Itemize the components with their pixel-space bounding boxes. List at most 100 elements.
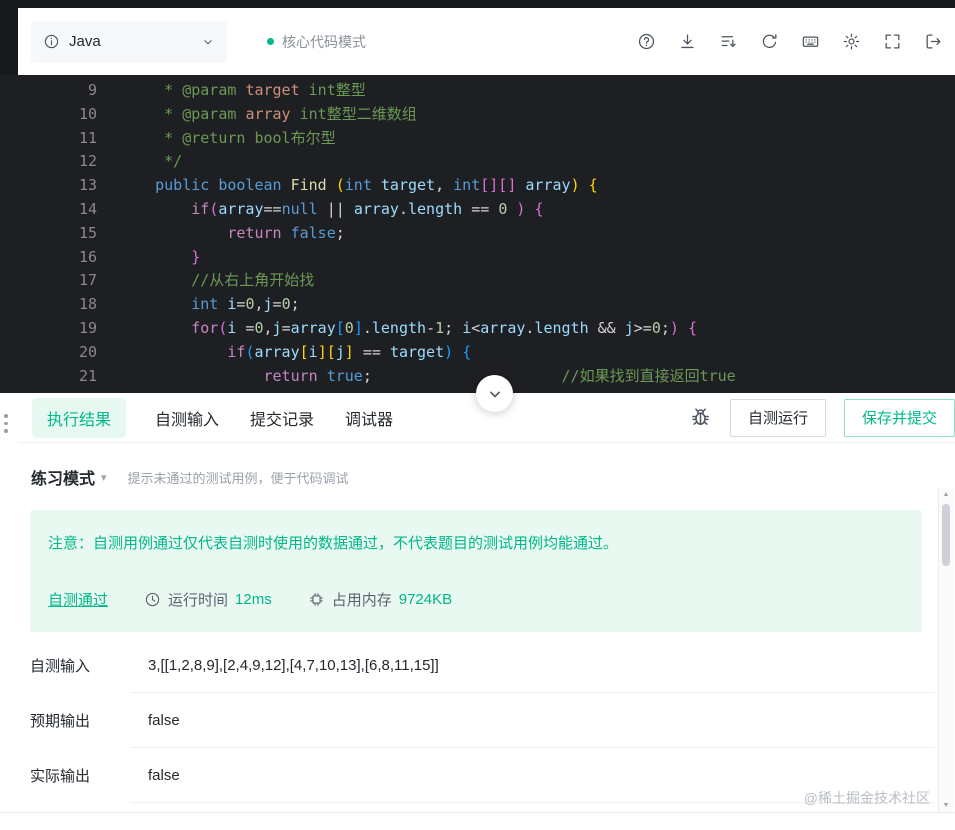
code-text: int i=0,j=0; — [191, 295, 300, 314]
refresh-icon[interactable] — [760, 32, 779, 51]
line-number: 12 — [78, 152, 97, 171]
debug-bug-icon[interactable] — [689, 406, 712, 429]
code-editor[interactable]: 9 * @param target int整型 10 * @param array… — [0, 75, 955, 393]
io-row: 实际输出 false — [30, 748, 935, 803]
mode-dot — [267, 38, 274, 45]
line-number: 19 — [78, 318, 97, 337]
code-mode-indicator: 核心代码模式 — [267, 32, 366, 52]
code-line[interactable]: 16 } — [0, 246, 955, 270]
language-info-icon — [43, 33, 60, 50]
self-test-run-button[interactable]: 自测运行 — [729, 398, 826, 437]
code-line[interactable]: 17 //从右上角开始找 — [0, 269, 955, 293]
line-number: 14 — [78, 199, 97, 218]
code-text: return true; //如果找到直接返回true — [263, 366, 736, 385]
code-line[interactable]: 10 * @param array int整型二维数组 — [0, 103, 955, 127]
runtime-value: 12ms — [235, 591, 272, 608]
line-number: 20 — [78, 342, 97, 361]
line-number: 18 — [78, 295, 97, 314]
code-line[interactable]: 18 int i=0,j=0; — [0, 293, 955, 317]
memory-label: 占用内存 — [331, 592, 392, 609]
memory-chip-icon — [308, 591, 325, 608]
io-row-label: 实际输出 — [30, 768, 91, 785]
run-config-icon[interactable] — [719, 32, 738, 51]
chevron-down-icon — [489, 391, 500, 397]
code-text: if(array==null || array.length == 0 ) { — [191, 199, 544, 218]
line-number: 13 — [78, 176, 97, 195]
practice-mode-hint: 提示未通过的测试用例，便于代码调试 — [127, 470, 349, 486]
scrollbar-up-arrow[interactable]: ▲ — [939, 490, 953, 500]
practice-mode-row: 练习模式 ▾ 提示未通过的测试用例，便于代码调试 — [18, 448, 937, 506]
line-number: 21 — [78, 366, 97, 385]
code-practice-panel: Java 核心代码模式 9 * @param target int整型 10 *… — [0, 0, 955, 830]
line-number: 15 — [78, 223, 97, 242]
fullscreen-icon[interactable] — [883, 32, 902, 51]
panel-drag-handle[interactable] — [4, 414, 8, 433]
code-text: if(array[i][j] == target) { — [227, 342, 472, 361]
practice-mode-dropdown[interactable]: 练习模式 ▾ — [31, 465, 107, 489]
code-line[interactable]: 20 if(array[i][j] == target) { — [0, 341, 955, 365]
self-test-result-panel: 注意：自测用例通过仅代表自测时使用的数据通过，不代表题目的测试用例均能通过。 自… — [30, 510, 922, 632]
results-scrollbar[interactable]: ▲ ▼ — [938, 488, 953, 813]
memory-value: 9724KB — [398, 591, 453, 608]
io-row: 预期输出 false — [30, 693, 935, 748]
code-line[interactable]: 19 for(i =0,j=array[0].length-1; i<array… — [0, 317, 955, 341]
code-line[interactable]: 15 return false; — [0, 222, 955, 246]
code-text: return false; — [227, 223, 345, 242]
bottom-divider — [0, 812, 955, 813]
scrollbar-down-arrow[interactable]: ▼ — [939, 801, 953, 811]
io-row-value[interactable]: 3,[[1,2,8,9],[2,4,9,12],[4,7,10,13],[6,8… — [130, 638, 935, 693]
help-icon[interactable] — [637, 32, 656, 51]
code-text: public boolean Find (int target, int[][]… — [155, 176, 598, 195]
mode-label: 核心代码模式 — [282, 33, 366, 50]
code-text: * @param target int整型 — [119, 81, 366, 99]
runtime-stat: 运行时间 12ms — [144, 589, 272, 610]
io-row: 自测输入 3,[[1,2,8,9],[2,4,9,12],[4,7,10,13],… — [30, 638, 935, 693]
clock-icon — [144, 591, 161, 608]
line-number: 10 — [78, 104, 97, 123]
save-submit-button[interactable]: 保存并提交 — [843, 398, 955, 437]
caret-down-icon: ▾ — [101, 471, 107, 484]
tabs: 执行结果 自测输入 提交记录 调试器 — [32, 397, 395, 438]
tab-result[interactable]: 执行结果 — [32, 397, 127, 438]
io-row-label: 预期输出 — [30, 713, 91, 730]
expand-editor-button[interactable] — [476, 375, 513, 412]
code-line[interactable]: 12 */ — [0, 150, 955, 174]
io-rows: 自测输入 3,[[1,2,8,9],[2,4,9,12],[4,7,10,13],… — [30, 638, 935, 803]
runtime-label: 运行时间 — [168, 592, 229, 609]
tab-debugger[interactable]: 调试器 — [343, 398, 395, 438]
line-number: 9 — [87, 81, 97, 99]
code-line[interactable]: 11 * @return bool布尔型 — [0, 127, 955, 151]
code-line[interactable]: 14 if(array==null || array.length == 0 )… — [0, 198, 955, 222]
result-stats: 自测通过 运行时间 12ms 占用内存 9724KB — [48, 589, 904, 610]
code-text: * @return bool布尔型 — [119, 128, 336, 147]
editor-toolbar: Java 核心代码模式 — [18, 8, 955, 75]
memory-stat: 占用内存 9724KB — [308, 589, 452, 610]
toolbar-icon-group — [637, 32, 955, 51]
keyboard-icon[interactable] — [801, 32, 820, 51]
line-number: 17 — [78, 271, 97, 290]
language-select[interactable]: Java — [31, 20, 227, 63]
code-text: //从右上角开始找 — [191, 271, 315, 290]
top-edge-strip — [0, 0, 955, 8]
code-text: */ — [119, 152, 183, 171]
exit-window-icon[interactable] — [924, 32, 943, 51]
code-line[interactable]: 13 public boolean Find (int target, int[… — [0, 174, 955, 198]
scrollbar-thumb[interactable] — [942, 504, 950, 566]
download-icon[interactable] — [678, 32, 697, 51]
line-number: 16 — [78, 247, 97, 266]
settings-gear-icon[interactable] — [842, 32, 861, 51]
tab-submissions[interactable]: 提交记录 — [248, 398, 316, 438]
code-text: * @param array int整型二维数组 — [119, 104, 417, 123]
tab-actions: 自测运行 保存并提交 — [689, 398, 955, 437]
code-text: } — [191, 247, 201, 266]
code-text: for(i =0,j=array[0].length-1; i<array.le… — [191, 318, 697, 337]
line-number: 11 — [78, 128, 97, 147]
tab-self-test-input[interactable]: 自测输入 — [153, 398, 221, 438]
practice-mode-label: 练习模式 — [31, 471, 96, 488]
watermark: @稀土掘金技术社区 — [803, 790, 930, 806]
language-value: Java — [69, 33, 101, 50]
code-line[interactable]: 9 * @param target int整型 — [0, 79, 955, 103]
result-notice: 注意：自测用例通过仅代表自测时使用的数据通过，不代表题目的测试用例均能通过。 — [48, 535, 619, 552]
io-row-value[interactable]: false — [130, 693, 935, 748]
self-test-status-link[interactable]: 自测通过 — [48, 589, 108, 610]
